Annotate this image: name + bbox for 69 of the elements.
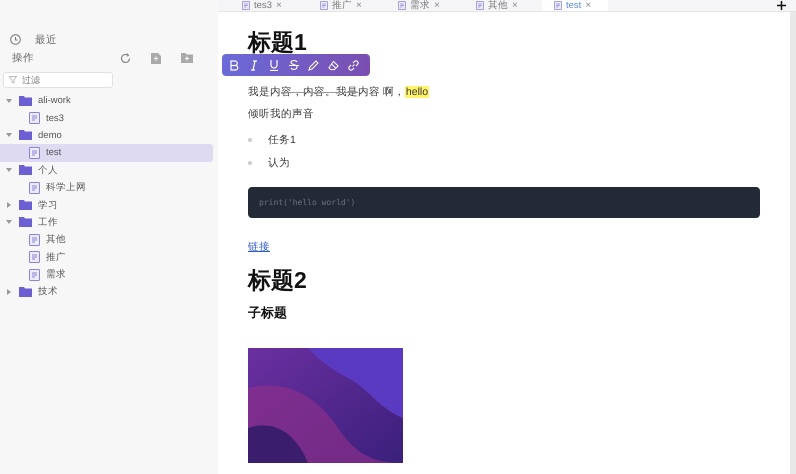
tree-label: tes3 (46, 112, 64, 124)
tree-label: demo (38, 130, 62, 141)
tree-item[interactable]: 其他 (0, 231, 218, 249)
tab[interactable]: test × (542, 0, 608, 11)
recent-label[interactable]: 最近 (35, 32, 57, 46)
document-icon (29, 182, 40, 194)
tree-label: 需求 (46, 268, 66, 282)
tree-item[interactable]: ali-work (0, 92, 218, 110)
tree-label: 学习 (38, 198, 58, 212)
clock-icon[interactable] (10, 34, 21, 45)
refresh-icon[interactable] (120, 52, 131, 64)
tree-item[interactable]: 工作 (0, 214, 218, 232)
tab[interactable]: 其他 × (464, 0, 530, 11)
document-icon (29, 234, 40, 246)
code-block: print('hello world') (248, 187, 760, 218)
paragraph: 倾听我的声音 (248, 108, 315, 121)
bold-icon[interactable] (228, 59, 239, 71)
close-icon[interactable]: × (276, 0, 282, 11)
tree-item[interactable]: 推广 (0, 248, 218, 266)
link[interactable]: 链接 (248, 240, 270, 254)
tree-label: 技术 (38, 285, 58, 298)
link-icon[interactable] (348, 59, 359, 71)
tree-label: ali-work (38, 95, 71, 106)
highlighter-icon[interactable] (308, 59, 319, 71)
actions-label: 操作 (12, 51, 34, 65)
tree-label: test (46, 147, 62, 158)
tree-label: 推广 (46, 250, 66, 264)
document-icon (29, 251, 40, 264)
document-icon (29, 268, 40, 281)
eraser-icon[interactable] (328, 59, 339, 71)
filter-icon (9, 76, 17, 84)
tree-item[interactable]: 技术 (0, 283, 218, 301)
close-icon[interactable]: × (512, 0, 518, 11)
tab[interactable]: 需求 × (386, 0, 452, 11)
list-item: 任务1 (268, 132, 296, 146)
folder-icon (19, 286, 32, 297)
tab[interactable]: tes3 × (230, 0, 296, 11)
tree-label: 个人 (38, 164, 58, 177)
filter-field[interactable]: 过滤 (3, 72, 113, 88)
tree-item[interactable]: 个人 (0, 162, 218, 179)
close-icon[interactable]: × (434, 0, 440, 11)
tree-item[interactable]: 学习 (0, 196, 218, 214)
italic-icon[interactable] (248, 59, 259, 71)
folder-icon (19, 200, 32, 210)
close-icon[interactable]: × (585, 0, 592, 11)
tree-label: 其他 (46, 233, 66, 246)
folder-icon (19, 130, 32, 140)
folder-icon (19, 96, 32, 106)
folder-icon (19, 217, 32, 228)
tree-label: 工作 (38, 216, 58, 229)
close-icon[interactable]: × (356, 0, 362, 11)
heading: 标题2 (248, 266, 308, 294)
folder-icon (19, 165, 32, 176)
tree-label: 科学上网 (46, 181, 86, 194)
heading: 标题1 (248, 28, 308, 56)
list-item: 认为 (268, 156, 290, 170)
underline-icon[interactable] (268, 59, 279, 71)
tree-item[interactable]: 需求 (0, 266, 218, 284)
tree-item[interactable]: test (0, 144, 213, 162)
tab[interactable]: 推广 × (308, 0, 374, 11)
tree-item[interactable]: tes3 (0, 109, 218, 127)
strike-icon[interactable] (288, 59, 299, 71)
document-icon (29, 112, 40, 124)
subheading: 子标题 (248, 304, 288, 322)
add-tab-icon[interactable] (777, 1, 786, 10)
document-icon (29, 146, 40, 159)
scrollbar[interactable] (790, 12, 796, 474)
tree-item[interactable]: 科学上网 (0, 178, 218, 196)
tree-item[interactable]: demo (0, 126, 218, 144)
